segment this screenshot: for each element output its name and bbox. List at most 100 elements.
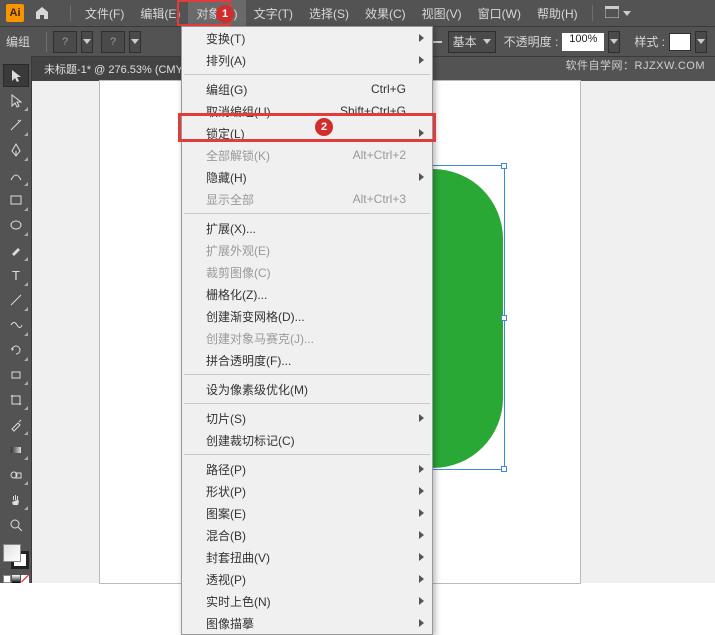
menu-effect[interactable]: 效果(C) xyxy=(357,0,414,26)
submenu-arrow-icon xyxy=(419,129,424,137)
menu-item[interactable]: 形状(P) xyxy=(182,480,432,502)
menu-item[interactable]: 变换(T) xyxy=(182,27,432,49)
opacity-input[interactable]: 100% xyxy=(562,33,604,51)
menu-item[interactable]: 锁定(L) xyxy=(182,122,432,144)
width-tool[interactable] xyxy=(3,364,29,387)
resize-handle[interactable] xyxy=(501,315,507,321)
rectangle-tool[interactable] xyxy=(3,189,29,212)
menu-item: 全部解锁(K)Alt+Ctrl+2 xyxy=(182,144,432,166)
submenu-arrow-icon xyxy=(419,553,424,561)
menu-item[interactable]: 扩展(X)... xyxy=(182,217,432,239)
menu-separator xyxy=(184,403,430,404)
app-logo: Ai xyxy=(6,4,24,22)
menu-item[interactable]: 栅格化(Z)... xyxy=(182,283,432,305)
submenu-arrow-icon xyxy=(419,34,424,42)
menu-item[interactable]: 创建裁切标记(C) xyxy=(182,429,432,451)
menu-item[interactable]: 切片(S) xyxy=(182,407,432,429)
menubar: Ai 文件(F) 编辑(E) 对象(O) 文字(T) 选择(S) 效果(C) 视… xyxy=(0,0,715,26)
curvature-tool[interactable] xyxy=(3,164,29,187)
menu-help[interactable]: 帮助(H) xyxy=(529,0,586,26)
left-toolbar: T xyxy=(0,56,32,583)
menu-item[interactable]: 创建渐变网格(D)... xyxy=(182,305,432,327)
menu-separator xyxy=(184,213,430,214)
menu-item[interactable]: 透视(P) xyxy=(182,568,432,590)
menu-item[interactable]: 路径(P) xyxy=(182,458,432,480)
separator xyxy=(592,5,593,21)
shaper-tool[interactable] xyxy=(3,314,29,337)
submenu-arrow-icon xyxy=(419,531,424,539)
hand-tool[interactable] xyxy=(3,488,29,511)
menu-item[interactable]: 图像描摹 xyxy=(182,612,432,634)
menu-item: 裁剪图像(C) xyxy=(182,261,432,283)
opt-drop-1[interactable] xyxy=(81,31,93,53)
menu-item[interactable]: 封套扭曲(V) xyxy=(182,546,432,568)
style-label: 样式 : xyxy=(634,33,665,50)
submenu-arrow-icon xyxy=(419,414,424,422)
type-tool[interactable]: T xyxy=(3,264,29,287)
menu-item[interactable]: 隐藏(H) xyxy=(182,166,432,188)
watermark: 软件自学网：RJZXW.COM xyxy=(566,57,706,73)
menu-window[interactable]: 窗口(W) xyxy=(470,0,529,26)
direct-selection-tool[interactable] xyxy=(3,89,29,112)
selection-tool[interactable] xyxy=(3,64,29,87)
menu-separator xyxy=(184,374,430,375)
menu-separator xyxy=(184,454,430,455)
blend-tool[interactable] xyxy=(3,463,29,486)
annotation-callout-2: 2 xyxy=(315,118,333,136)
opt-box-2[interactable]: ? xyxy=(101,31,125,53)
separator xyxy=(46,32,47,52)
menu-item[interactable]: 实时上色(N) xyxy=(182,590,432,612)
menu-separator xyxy=(184,74,430,75)
menu-item[interactable]: 拼合透明度(F)... xyxy=(182,349,432,371)
layout-icon[interactable] xyxy=(605,6,619,20)
opacity-drop[interactable] xyxy=(608,31,620,53)
submenu-arrow-icon xyxy=(419,619,424,627)
line-tool[interactable] xyxy=(3,289,29,312)
menu-item[interactable]: 排列(A) xyxy=(182,49,432,71)
annotation-callout-1: 1 xyxy=(216,5,234,23)
free-transform-tool[interactable] xyxy=(3,388,29,411)
submenu-arrow-icon xyxy=(419,56,424,64)
opt-drop-2[interactable] xyxy=(129,31,141,53)
chevron-down-icon[interactable] xyxy=(623,11,631,16)
submenu-arrow-icon xyxy=(419,487,424,495)
opt-box-1[interactable]: ? xyxy=(53,31,77,53)
resize-handle[interactable] xyxy=(501,163,507,169)
submenu-arrow-icon xyxy=(419,509,424,517)
style-drop[interactable] xyxy=(695,31,707,53)
object-menu-dropdown: 变换(T)排列(A) 编组(G)Ctrl+G取消编组(U)Shift+Ctrl+G… xyxy=(181,26,433,635)
magic-wand-tool[interactable] xyxy=(3,114,29,137)
gradient-tool[interactable] xyxy=(3,438,29,461)
ellipse-tool[interactable] xyxy=(3,214,29,237)
brush-preset[interactable]: 基本 xyxy=(448,31,496,53)
rotate-tool[interactable] xyxy=(3,339,29,362)
submenu-arrow-icon xyxy=(419,173,424,181)
menu-type[interactable]: 文字(T) xyxy=(246,0,301,26)
opacity-label: 不透明度 : xyxy=(504,33,559,50)
menu-item[interactable]: 编组(G)Ctrl+G xyxy=(182,78,432,100)
menu-file[interactable]: 文件(F) xyxy=(77,0,132,26)
zoom-tool[interactable] xyxy=(3,513,29,536)
menu-item[interactable]: 图案(E) xyxy=(182,502,432,524)
paintbrush-tool[interactable] xyxy=(3,239,29,262)
color-mode-swatches[interactable] xyxy=(3,575,29,583)
submenu-arrow-icon xyxy=(419,465,424,473)
resize-handle[interactable] xyxy=(501,466,507,472)
submenu-arrow-icon xyxy=(419,575,424,583)
menu-edit[interactable]: 编辑(E) xyxy=(132,0,188,26)
menu-item[interactable]: 设为像素级优化(M) xyxy=(182,378,432,400)
menu-view[interactable]: 视图(V) xyxy=(414,0,470,26)
fill-stroke-swatch[interactable] xyxy=(3,544,29,569)
home-icon[interactable] xyxy=(34,5,50,21)
svg-text:T: T xyxy=(12,268,20,282)
eyedropper-tool[interactable] xyxy=(3,413,29,436)
menu-select[interactable]: 选择(S) xyxy=(301,0,357,26)
menu-item: 显示全部Alt+Ctrl+3 xyxy=(182,188,432,210)
style-swatch[interactable] xyxy=(669,33,691,51)
submenu-arrow-icon xyxy=(419,597,424,605)
selection-type-label: 编组 xyxy=(6,33,30,50)
menu-item: 扩展外观(E) xyxy=(182,239,432,261)
menu-item[interactable]: 取消编组(U)Shift+Ctrl+G xyxy=(182,100,432,122)
pen-tool[interactable] xyxy=(3,139,29,162)
menu-item[interactable]: 混合(B) xyxy=(182,524,432,546)
